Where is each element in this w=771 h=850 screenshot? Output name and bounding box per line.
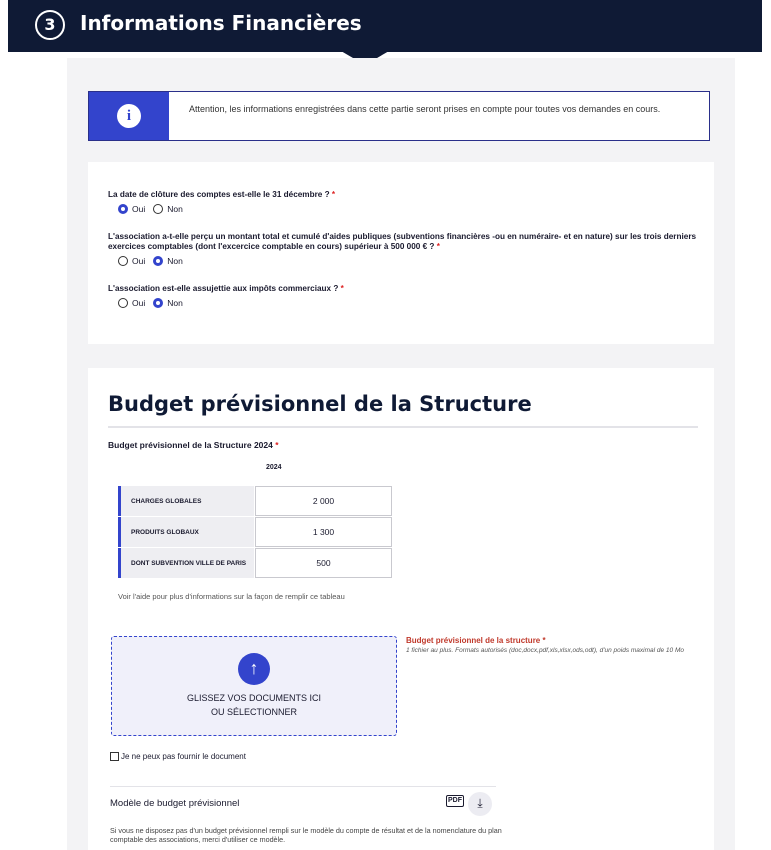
download-icon[interactable]: ⤓ — [468, 792, 492, 816]
budget-row-label: CHARGES GLOBALES — [118, 486, 254, 516]
budget-row-subvention: DONT SUBVENTION VILLE DE PARIS 500 — [118, 548, 392, 578]
budget-card: Budget prévisionnel de la Structure Budg… — [88, 368, 714, 850]
question-commercial-tax: L'association est-elle assujettie aux im… — [108, 284, 344, 293]
info-icon: i — [117, 104, 141, 128]
question-public-aid: L'association a-t-elle perçu un montant … — [108, 232, 697, 251]
step-number-badge: 3 — [35, 10, 65, 40]
dropzone-text: GLISSEZ VOS DOCUMENTS ICI — [186, 693, 322, 703]
budget-row-label: DONT SUBVENTION VILLE DE PARIS — [118, 548, 254, 578]
budget-value-input[interactable]: 1 300 — [255, 517, 392, 547]
divider — [108, 426, 698, 428]
budget-help-text: Voir l'aide pour plus d'informations sur… — [118, 592, 345, 601]
info-notice: i Attention, les informations enregistré… — [88, 91, 710, 141]
radio-non[interactable] — [153, 256, 164, 266]
budget-row-produits: PRODUITS GLOBAUX 1 300 — [118, 517, 392, 547]
budget-value-input[interactable]: 2 000 — [255, 486, 392, 516]
question-closing-date: La date de clôture des comptes est-elle … — [108, 190, 336, 199]
section-header-title: Informations Financières — [80, 11, 362, 35]
section-header: 3 Informations Financières — [8, 0, 762, 52]
radio-group-commercial-tax: Oui Non — [118, 298, 187, 308]
upload-field-hint: 1 fichier au plus. Formats autorisés (do… — [406, 647, 684, 654]
pdf-icon: PDF — [446, 795, 464, 807]
radio-oui[interactable] — [118, 204, 128, 214]
info-notice-text: Attention, les informations enregistrées… — [189, 104, 661, 114]
cannot-provide-label: Je ne peux pas fournir le document — [121, 752, 246, 761]
radio-non[interactable] — [153, 298, 164, 308]
file-dropzone[interactable]: ↑ GLISSEZ VOS DOCUMENTS ICI OU SÉLECTION… — [111, 636, 397, 736]
radio-oui[interactable] — [118, 298, 128, 308]
budget-model-label: Modèle de budget prévisionnel — [110, 798, 240, 809]
budget-section-title: Budget prévisionnel de la Structure — [108, 392, 532, 416]
cannot-provide-option: Je ne peux pas fournir le document — [110, 752, 246, 761]
budget-field-label: Budget prévisionnel de la Structure 2024… — [108, 440, 279, 450]
budget-model-note: Si vous ne disposez pas d'un budget prév… — [110, 826, 502, 844]
cannot-provide-checkbox[interactable] — [110, 752, 119, 761]
upload-icon[interactable]: ↑ — [238, 653, 270, 685]
radio-non[interactable] — [153, 204, 164, 214]
radio-group-public-aid: Oui Non — [118, 256, 187, 266]
budget-value-input[interactable]: 500 — [255, 548, 392, 578]
budget-row-charges: CHARGES GLOBALES 2 000 — [118, 486, 392, 516]
budget-row-label: PRODUITS GLOBAUX — [118, 517, 254, 547]
divider — [110, 786, 496, 787]
radio-group-closing-date: Oui Non — [118, 204, 187, 214]
financial-questions-card: La date de clôture des comptes est-elle … — [88, 162, 714, 344]
budget-year-header: 2024 — [266, 464, 282, 471]
upload-field-title: Budget prévisionnel de la structure * — [406, 636, 546, 645]
info-notice-side: i — [89, 92, 169, 140]
dropzone-select-link[interactable]: OU SÉLECTIONNER — [112, 707, 396, 717]
radio-oui[interactable] — [118, 256, 128, 266]
